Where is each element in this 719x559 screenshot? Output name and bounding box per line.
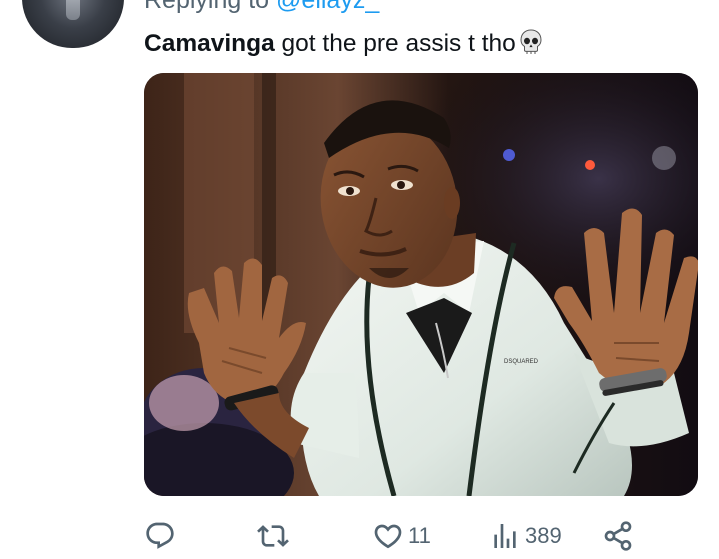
views-count: 389 — [525, 523, 562, 548]
reply-icon — [146, 522, 174, 549]
skull-icon — [520, 29, 542, 54]
retweet-icon — [257, 525, 289, 547]
tweet-text: Camavinga got the pre assis t tho — [144, 27, 543, 61]
heart-icon — [374, 524, 402, 549]
replying-to-label: Replying to — [144, 0, 270, 14]
replying-to-handle[interactable]: @eliayz_ — [276, 0, 379, 14]
shirt-label: DSQUARED — [504, 359, 539, 365]
views-button[interactable]: 389 — [489, 516, 562, 556]
share-icon — [604, 521, 632, 551]
tweet-mention: Camavinga — [144, 30, 275, 57]
replying-to-line: Replying to @eliayz_ — [144, 0, 379, 15]
photo-canvas: DSQUARED — [144, 73, 698, 496]
like-button[interactable]: 11 — [372, 516, 431, 556]
tweet-photo[interactable]: DSQUARED — [144, 73, 698, 496]
like-count: 11 — [408, 523, 431, 548]
views-icon — [494, 524, 516, 548]
reply-button[interactable] — [144, 516, 180, 556]
share-button[interactable] — [602, 516, 638, 556]
avatar[interactable] — [22, 0, 124, 48]
retweet-button[interactable] — [257, 516, 293, 556]
tweet-body: got the pre assis t tho — [274, 30, 516, 57]
tweet-actions-bar: 11 389 — [144, 516, 704, 556]
